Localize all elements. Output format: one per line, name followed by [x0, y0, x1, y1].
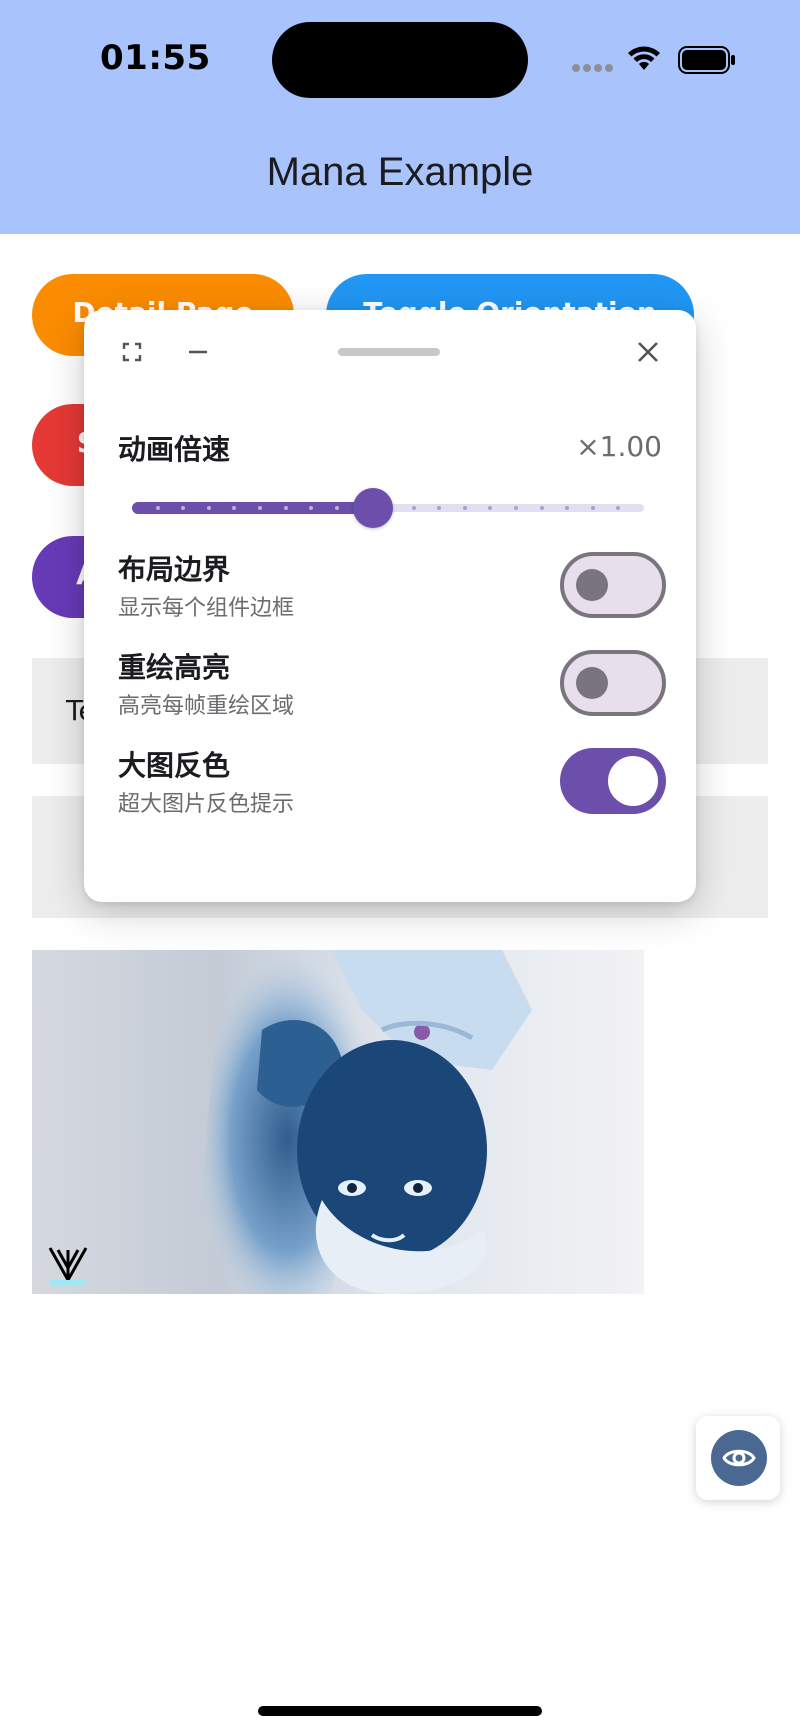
- inverted-large-image: [32, 950, 644, 1294]
- dynamic-island: [272, 22, 528, 98]
- close-icon[interactable]: [634, 338, 662, 366]
- page-title: Mana Example: [266, 150, 534, 194]
- cellular-signal-icon: [572, 64, 614, 72]
- switch-knob: [608, 756, 658, 806]
- debug-panel: 动画倍速 ×1.00 布局边界 显示每个组件边框 重绘高亮 高亮每帧重绘区域 大…: [84, 310, 696, 902]
- slider-tick: [590, 506, 595, 510]
- slider-thumb[interactable]: [352, 488, 393, 528]
- slider-tick: [514, 506, 518, 510]
- slider-tick: [283, 506, 288, 510]
- switch-knob: [576, 569, 608, 601]
- slider-tick: [258, 506, 262, 510]
- invert-large-images-title: 大图反色: [118, 749, 231, 782]
- expand-icon[interactable]: [120, 340, 144, 364]
- status-time: 01:55: [100, 38, 211, 78]
- eye-icon: [711, 1430, 767, 1486]
- minimize-icon[interactable]: [186, 340, 210, 364]
- layout-bounds-switch[interactable]: [560, 552, 666, 618]
- invert-large-images-subtitle: 超大图片反色提示: [118, 792, 295, 817]
- layout-bounds-title: 布局边界: [118, 553, 231, 586]
- animation-speed-value: ×1.00: [576, 430, 662, 463]
- battery-icon: [678, 46, 735, 74]
- status-icons: [572, 44, 736, 76]
- slider-tick: [206, 506, 211, 510]
- switch-knob: [576, 667, 608, 699]
- repaint-highlight-title: 重绘高亮: [118, 651, 231, 684]
- repaint-highlight-switch[interactable]: [560, 650, 666, 716]
- debug-toggle-button[interactable]: [696, 1416, 780, 1500]
- slider-tick: [155, 506, 160, 510]
- animation-speed-label: 动画倍速: [118, 433, 231, 466]
- slider-tick: [462, 506, 467, 510]
- drag-handle[interactable]: [338, 348, 440, 356]
- repaint-highlight-subtitle: 高亮每帧重绘区域: [118, 694, 295, 719]
- invert-large-images-row: 大图反色 超大图片反色提示: [118, 744, 666, 824]
- app-header: 01:55 Mana Example: [0, 0, 800, 234]
- layout-bounds-subtitle: 显示每个组件边框: [118, 596, 295, 621]
- home-indicator: [258, 1706, 542, 1716]
- slider-tick: [334, 506, 339, 510]
- layout-bounds-row: 布局边界 显示每个组件边框: [118, 548, 666, 628]
- wifi-icon: [628, 46, 660, 70]
- slider-tick: [411, 506, 416, 510]
- repaint-highlight-row: 重绘高亮 高亮每帧重绘区域: [118, 646, 666, 726]
- invert-large-images-switch[interactable]: [560, 748, 666, 814]
- animation-speed-slider[interactable]: [132, 486, 644, 530]
- slider-tick: [539, 506, 544, 510]
